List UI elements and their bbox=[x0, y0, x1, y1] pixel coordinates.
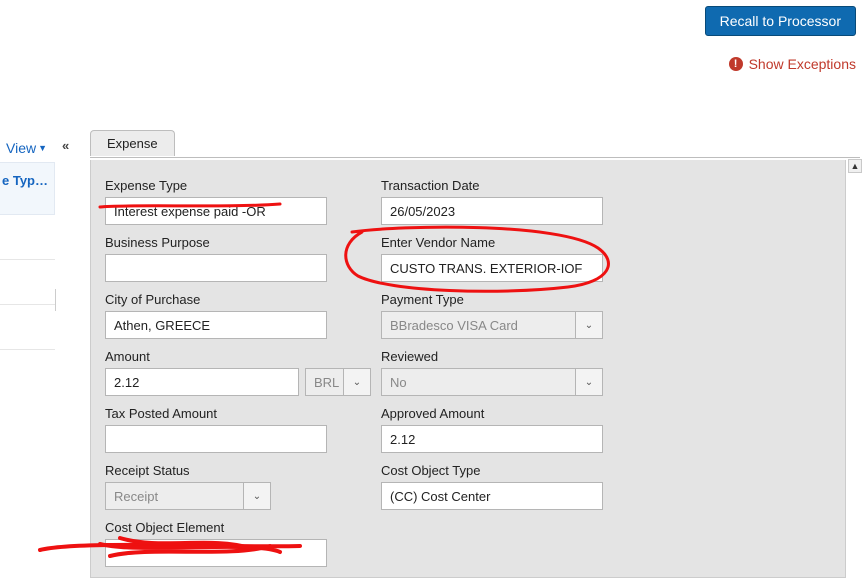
expense-type-label: Expense Type bbox=[105, 178, 355, 193]
receipt-status-label: Receipt Status bbox=[105, 463, 355, 478]
vendor-name-label: Enter Vendor Name bbox=[381, 235, 631, 250]
cost-object-element-field[interactable] bbox=[105, 539, 327, 567]
caret-down-icon: ▼ bbox=[38, 143, 47, 153]
payment-type-label: Payment Type bbox=[381, 292, 631, 307]
amount-label: Amount bbox=[105, 349, 355, 364]
city-of-purchase-label: City of Purchase bbox=[105, 292, 355, 307]
show-exceptions-label: Show Exceptions bbox=[749, 56, 856, 72]
currency-caret-icon[interactable]: ⌄ bbox=[343, 368, 371, 396]
transaction-date-field[interactable] bbox=[381, 197, 603, 225]
amount-field[interactable] bbox=[105, 368, 299, 396]
alert-icon: ! bbox=[729, 57, 743, 71]
list-rows bbox=[0, 215, 55, 350]
expense-type-column-header[interactable]: e Typ… bbox=[0, 162, 55, 215]
list-item[interactable] bbox=[0, 260, 55, 305]
approved-amount-label: Approved Amount bbox=[381, 406, 631, 421]
view-label: View bbox=[6, 140, 36, 156]
tab-strip: Expense bbox=[90, 130, 860, 158]
payment-type-caret-icon[interactable]: ⌄ bbox=[575, 311, 603, 339]
approved-amount-field[interactable] bbox=[381, 425, 603, 453]
tab-expense[interactable]: Expense bbox=[90, 130, 175, 156]
cost-object-type-field[interactable] bbox=[381, 482, 603, 510]
list-item[interactable] bbox=[0, 215, 55, 260]
transaction-date-label: Transaction Date bbox=[381, 178, 631, 193]
tax-posted-amount-label: Tax Posted Amount bbox=[105, 406, 355, 421]
cost-object-type-label: Cost Object Type bbox=[381, 463, 631, 478]
tax-posted-amount-field[interactable] bbox=[105, 425, 327, 453]
cost-object-element-label: Cost Object Element bbox=[105, 520, 355, 535]
recall-to-processor-button[interactable]: Recall to Processor bbox=[705, 6, 856, 36]
city-of-purchase-field[interactable] bbox=[105, 311, 327, 339]
scroll-up-button[interactable]: ▲ bbox=[848, 159, 862, 173]
reviewed-field[interactable] bbox=[381, 368, 603, 396]
collapse-icon[interactable]: « bbox=[62, 138, 69, 153]
business-purpose-label: Business Purpose bbox=[105, 235, 355, 250]
reviewed-caret-icon[interactable]: ⌄ bbox=[575, 368, 603, 396]
reviewed-label: Reviewed bbox=[381, 349, 631, 364]
list-item[interactable] bbox=[0, 305, 55, 350]
expense-form-panel: Expense Type Business Purpose City of Pu… bbox=[90, 160, 846, 578]
divider bbox=[55, 289, 56, 311]
show-exceptions-link[interactable]: ! Show Exceptions bbox=[729, 56, 856, 72]
business-purpose-field[interactable] bbox=[105, 254, 327, 282]
expense-type-field[interactable] bbox=[105, 197, 327, 225]
receipt-status-caret-icon[interactable]: ⌄ bbox=[243, 482, 271, 510]
vendor-name-field[interactable] bbox=[381, 254, 603, 282]
view-menu[interactable]: View ▼ bbox=[0, 134, 53, 162]
payment-type-field[interactable] bbox=[381, 311, 603, 339]
